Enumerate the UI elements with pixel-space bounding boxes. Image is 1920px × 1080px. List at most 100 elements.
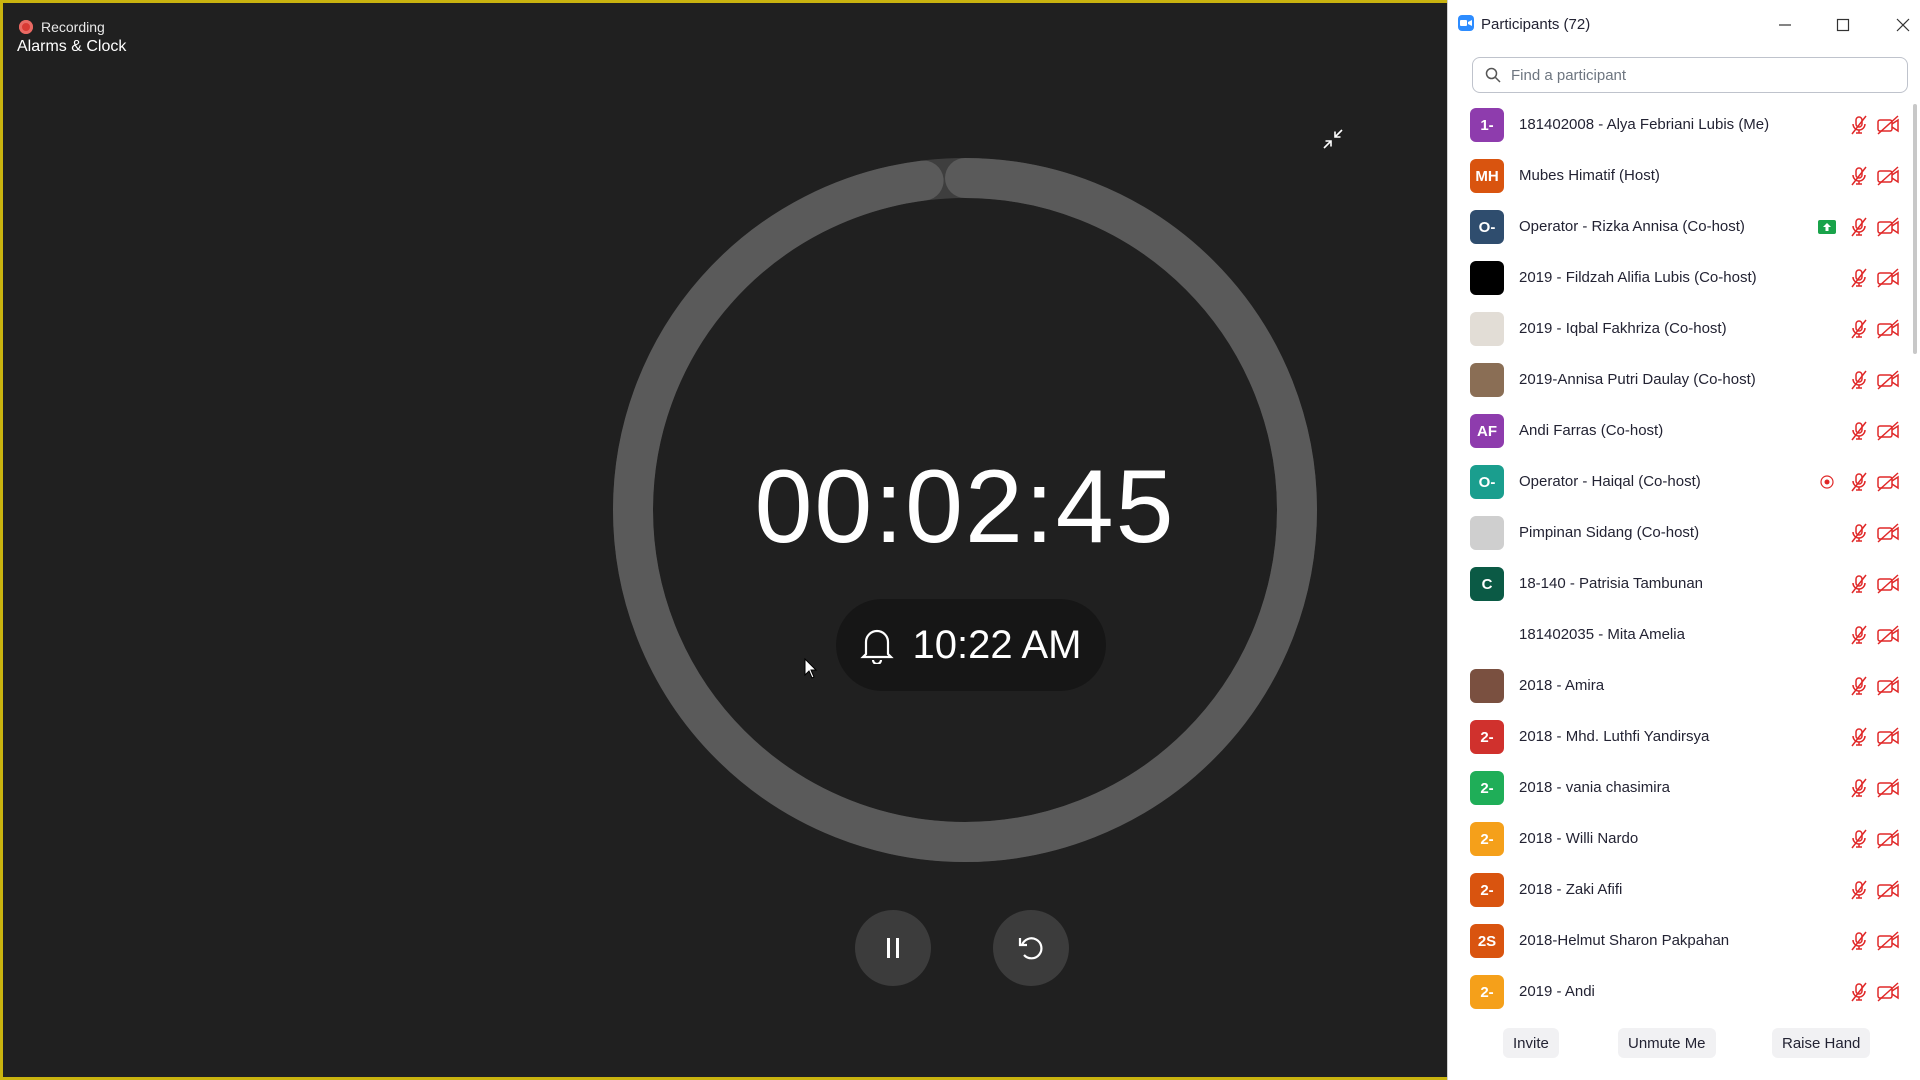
participant-row[interactable]: 2- 2018 - Willi Nardo: [1448, 814, 1908, 865]
participant-name: Mubes Himatif (Host): [1519, 167, 1660, 184]
screen: Recording Alarms & Clock 00:02:45 10:22 …: [0, 0, 1920, 1080]
participant-name: 2018 - Amira: [1519, 677, 1605, 694]
mic-muted-icon: [1848, 624, 1870, 646]
bell-icon: [860, 629, 895, 664]
participant-list: 1- 181402008 - Alya Febriani Lubis (Me) MH…: [1448, 100, 1908, 1015]
mouse-cursor-icon: [804, 658, 818, 679]
recording-indicator: Recording: [19, 19, 105, 35]
participant-row[interactable]: 1- 181402008 - Alya Febriani Lubis (Me): [1448, 100, 1908, 151]
mic-muted-icon: [1848, 726, 1870, 748]
participant-row[interactable]: 2- 2018 - vania chasimira: [1448, 763, 1908, 814]
avatar: 1-: [1470, 108, 1504, 142]
invite-button[interactable]: Invite: [1503, 1028, 1559, 1058]
minimize-button[interactable]: [1772, 12, 1798, 38]
mic-muted-icon: [1848, 777, 1870, 799]
participant-row[interactable]: Pimpinan Sidang (Co-host): [1448, 508, 1908, 559]
mic-muted-icon: [1848, 981, 1870, 1003]
video-off-icon: [1876, 676, 1900, 696]
participant-name: 18-140 - Patrisia Tambunan: [1519, 575, 1703, 592]
video-off-icon: [1876, 982, 1900, 1002]
participant-name: 2018 - Zaki Afifi: [1519, 881, 1623, 898]
raise-hand-button[interactable]: Raise Hand: [1772, 1028, 1871, 1058]
mic-muted-icon: [1848, 216, 1870, 238]
pause-button[interactable]: [855, 910, 931, 986]
reset-icon: [1018, 937, 1043, 960]
participant-name: Operator - Rizka Annisa (Co-host): [1519, 218, 1745, 235]
participant-row[interactable]: AF Andi Farras (Co-host): [1448, 406, 1908, 457]
participant-name: 2018-Helmut Sharon Pakpahan: [1519, 932, 1730, 949]
avatar: 2-: [1470, 720, 1504, 754]
mic-muted-icon: [1848, 573, 1870, 595]
avatar: [1470, 312, 1504, 346]
mic-muted-icon: [1848, 267, 1870, 289]
search-input[interactable]: [1509, 65, 1893, 85]
video-off-icon: [1876, 727, 1900, 747]
app-title: Alarms & Clock: [17, 38, 127, 55]
video-off-icon: [1876, 472, 1900, 492]
avatar: 2S: [1470, 924, 1504, 958]
participant-row[interactable]: MH Mubes Himatif (Host): [1448, 151, 1908, 202]
participant-row[interactable]: 2018 - Amira: [1448, 661, 1908, 712]
participant-row[interactable]: 2- 2018 - Mhd. Luthfi Yandirsya: [1448, 712, 1908, 763]
mic-muted-icon: [1848, 675, 1870, 697]
avatar: MH: [1470, 159, 1504, 193]
participant-row[interactable]: 2- 2019 - Andi: [1448, 967, 1908, 1015]
avatar: 2-: [1470, 822, 1504, 856]
participant-row[interactable]: 2019 - Iqbal Fakhriza (Co-host): [1448, 304, 1908, 355]
participant-row[interactable]: O- Operator - Haiqal (Co-host): [1448, 457, 1908, 508]
participants-panel: Participants (72) 1- 181402008 - Alya Feb…: [1447, 0, 1920, 1080]
video-off-icon: [1876, 574, 1900, 594]
mic-muted-icon: [1848, 879, 1870, 901]
participant-list-scrollbar[interactable]: [1912, 100, 1918, 1015]
shared-screen: Recording Alarms & Clock 00:02:45 10:22 …: [0, 0, 1447, 1080]
participant-name: 2018 - vania chasimira: [1519, 779, 1670, 796]
participant-row[interactable]: C 18-140 - Patrisia Tambunan: [1448, 559, 1908, 610]
mic-muted-icon: [1848, 471, 1870, 493]
search-icon: [1485, 67, 1501, 83]
close-icon: [1896, 18, 1910, 32]
video-off-icon: [1876, 421, 1900, 441]
avatar: [1470, 516, 1504, 550]
compact-overlay-button[interactable]: [1319, 125, 1347, 153]
video-off-icon: [1876, 931, 1900, 951]
participant-name: 2019-Annisa Putri Daulay (Co-host): [1519, 371, 1756, 388]
participant-name: 2019 - Fildzah Alifia Lubis (Co-host): [1519, 269, 1757, 286]
participant-name: 2019 - Iqbal Fakhriza (Co-host): [1519, 320, 1727, 337]
reset-button[interactable]: [993, 910, 1069, 986]
avatar: [1470, 363, 1504, 397]
close-button[interactable]: [1890, 12, 1916, 38]
panel-title: Participants (72): [1481, 16, 1591, 33]
mic-muted-icon: [1848, 522, 1870, 544]
avatar: [1470, 669, 1504, 703]
video-off-icon: [1876, 115, 1900, 135]
video-off-icon: [1876, 370, 1900, 390]
participant-name: Pimpinan Sidang (Co-host): [1519, 524, 1700, 541]
mic-muted-icon: [1848, 369, 1870, 391]
video-off-icon: [1876, 778, 1900, 798]
mic-muted-icon: [1848, 930, 1870, 952]
participant-search[interactable]: [1472, 57, 1908, 93]
participant-row[interactable]: 181402035 - Mita Amelia: [1448, 610, 1908, 661]
video-off-icon: [1876, 523, 1900, 543]
unmute-me-button[interactable]: Unmute Me: [1618, 1028, 1716, 1058]
video-off-icon: [1876, 625, 1900, 645]
mic-muted-icon: [1848, 420, 1870, 442]
collapse-arrows-icon: [1323, 129, 1343, 149]
participant-name: Andi Farras (Co-host): [1519, 422, 1664, 439]
participant-row[interactable]: 2- 2018 - Zaki Afifi: [1448, 865, 1908, 916]
avatar: AF: [1470, 414, 1504, 448]
avatar: 2-: [1470, 873, 1504, 907]
participant-row[interactable]: O- Operator - Rizka Annisa (Co-host): [1448, 202, 1908, 253]
panel-footer: Invite Unmute Me Raise Hand: [1448, 1020, 1920, 1080]
participant-name: 2018 - Willi Nardo: [1519, 830, 1639, 847]
participant-row[interactable]: 2S 2018-Helmut Sharon Pakpahan: [1448, 916, 1908, 967]
mic-muted-icon: [1848, 165, 1870, 187]
alarm-time: 10:22 AM: [912, 622, 1082, 667]
avatar: C: [1470, 567, 1504, 601]
maximize-button[interactable]: [1830, 12, 1856, 38]
mic-muted-icon: [1848, 318, 1870, 340]
participant-name: Operator - Haiqal (Co-host): [1519, 473, 1701, 490]
participant-row[interactable]: 2019 - Fildzah Alifia Lubis (Co-host): [1448, 253, 1908, 304]
mic-muted-icon: [1848, 114, 1870, 136]
participant-row[interactable]: 2019-Annisa Putri Daulay (Co-host): [1448, 355, 1908, 406]
